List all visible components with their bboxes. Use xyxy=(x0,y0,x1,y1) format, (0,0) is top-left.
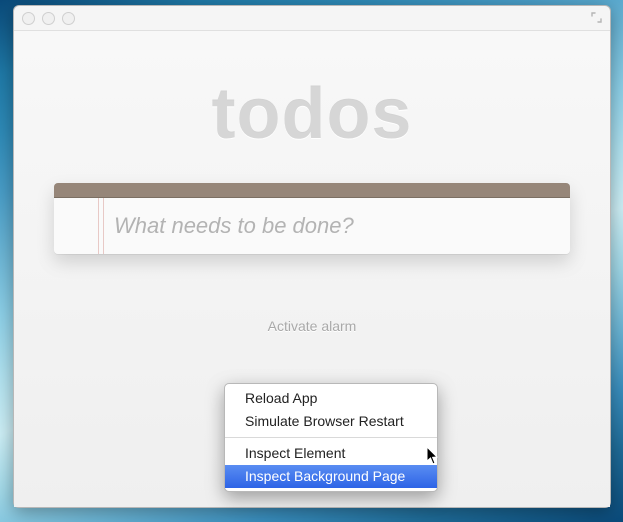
menu-item-reload-app[interactable]: Reload App xyxy=(225,387,437,410)
window-titlebar xyxy=(14,6,610,31)
close-icon[interactable] xyxy=(22,12,35,25)
new-todo-input[interactable] xyxy=(112,198,558,254)
menu-separator xyxy=(225,437,437,438)
app-window: todos Activate alarm Reload App Simulate… xyxy=(13,5,611,508)
zoom-icon[interactable] xyxy=(62,12,75,25)
menu-item-inspect-element[interactable]: Inspect Element xyxy=(225,442,437,465)
menu-item-inspect-background-page[interactable]: Inspect Background Page xyxy=(225,465,437,488)
context-menu: Reload App Simulate Browser Restart Insp… xyxy=(224,383,438,492)
desktop-background: todos Activate alarm Reload App Simulate… xyxy=(0,0,623,522)
activate-alarm-link[interactable]: Activate alarm xyxy=(14,318,610,334)
fullscreen-icon[interactable] xyxy=(591,12,602,23)
todo-card xyxy=(54,183,570,254)
minimize-icon[interactable] xyxy=(42,12,55,25)
card-header-strip xyxy=(54,183,570,198)
window-controls xyxy=(22,12,75,25)
window-content: todos Activate alarm Reload App Simulate… xyxy=(14,31,610,507)
ruled-margin-line xyxy=(98,198,104,254)
page-title: todos xyxy=(14,73,610,155)
todo-input-row xyxy=(54,198,570,254)
menu-item-simulate-browser-restart[interactable]: Simulate Browser Restart xyxy=(225,410,437,433)
